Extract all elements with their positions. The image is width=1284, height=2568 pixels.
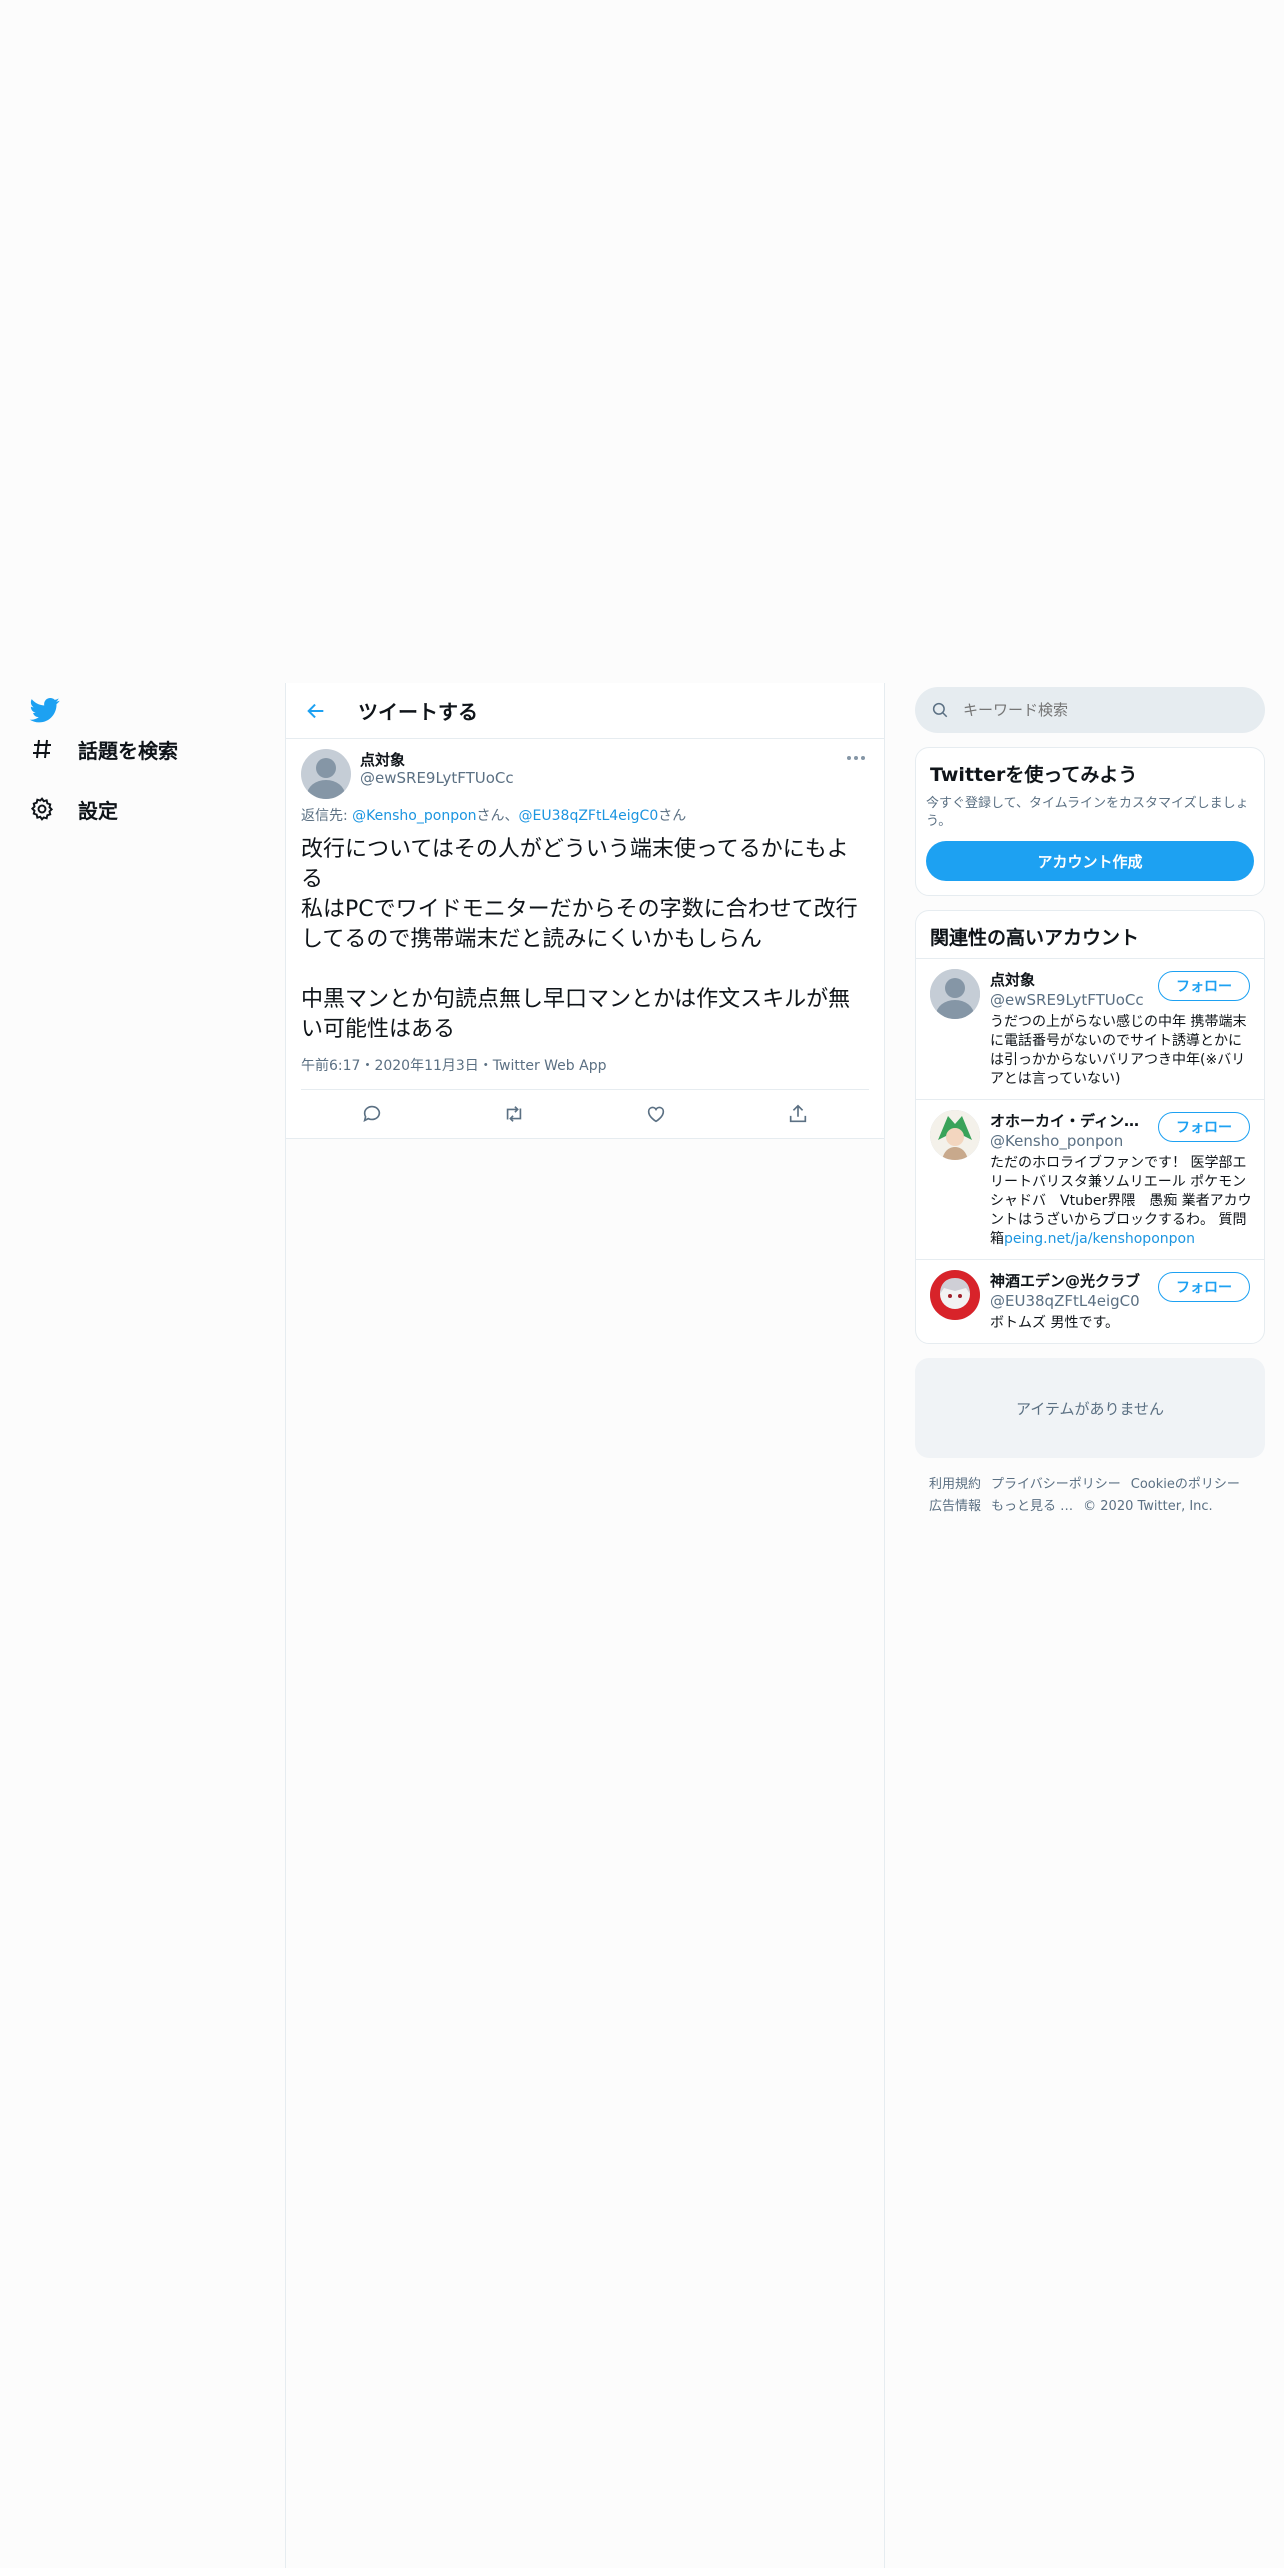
account-bio: ボトムズ 男性です。 bbox=[990, 1315, 1120, 1331]
bio-link[interactable]: peing.net/ja/kenshoponpon bbox=[1004, 1231, 1195, 1247]
nav-explore[interactable]: 話題を検索 bbox=[28, 729, 178, 769]
like-icon[interactable] bbox=[638, 1096, 674, 1132]
reply-user-link[interactable]: @EU38qZFtL4eigC0 bbox=[519, 808, 659, 824]
footer-more-link[interactable]: もっと見る … bbox=[991, 1499, 1073, 1514]
nav-explore-label: 話題を検索 bbox=[78, 738, 178, 763]
footer-privacy-link[interactable]: プライバシーポリシー bbox=[991, 1477, 1121, 1492]
tweet: 点対象 @ewSRE9LytFTUoCc 返信先: @Kensho_ponpon… bbox=[286, 739, 884, 1139]
reply-prefix: 返信先: bbox=[301, 808, 353, 824]
footer: 利用規約 プライバシーポリシー Cookieのポリシー 広告情報 もっと見る … © 2… bbox=[915, 1474, 1265, 1518]
follow-button[interactable]: フォロー bbox=[1158, 971, 1250, 1001]
tweet-actions bbox=[301, 1090, 869, 1138]
gear-icon bbox=[28, 795, 56, 823]
account-name: オホーカイ・ディン… bbox=[990, 1112, 1139, 1130]
search-input[interactable] bbox=[963, 701, 1223, 719]
author-handle[interactable]: @ewSRE9LytFTUoCc bbox=[360, 769, 514, 787]
tweet-timestamp[interactable]: 午前6:17・2020年11月3日・Twitter Web App bbox=[301, 1055, 869, 1090]
account-item[interactable]: 点対象 @ewSRE9LytFTUoCc うだつの上がらない感じの中年 携帯端末… bbox=[916, 958, 1264, 1099]
avatar[interactable] bbox=[930, 1270, 980, 1320]
account-item[interactable]: 神酒エデン@光クラブ @EU38qZFtL4eigC0 ボトムズ 男性です。 フ… bbox=[916, 1259, 1264, 1343]
reply-icon[interactable] bbox=[354, 1096, 390, 1132]
hashtag-icon bbox=[28, 735, 56, 763]
signup-title: Twitterを使ってみよう bbox=[930, 764, 1138, 786]
related-accounts-card: 関連性の高いアカウント 点対象 @ewSRE9LytFTUoCc うだつの上がら… bbox=[915, 910, 1265, 1344]
signup-card: Twitterを使ってみよう 今すぐ登録して、タイムラインをカスタマイズしましょ… bbox=[915, 747, 1265, 896]
avatar[interactable] bbox=[930, 1110, 980, 1160]
account-name: 神酒エデン@光クラブ bbox=[990, 1272, 1140, 1290]
signup-description: 今すぐ登録して、タイムラインをカスタマイズしましょう。 bbox=[926, 796, 1249, 829]
nav-settings[interactable]: 設定 bbox=[28, 789, 118, 829]
search-icon bbox=[932, 702, 948, 718]
page-title: ツイートする bbox=[358, 700, 478, 724]
account-name: 点対象 bbox=[990, 971, 1036, 989]
author-name[interactable]: 点対象 bbox=[360, 749, 405, 770]
share-icon[interactable] bbox=[780, 1096, 816, 1132]
main-column: ツイートする 点対象 @ewSRE9LytFTUoCc 返信先: @Kensho… bbox=[286, 683, 884, 1139]
tweet-header: 点対象 @ewSRE9LytFTUoCc bbox=[301, 739, 869, 801]
reply-suffix: さん bbox=[658, 808, 687, 824]
reply-to: 返信先: @Kensho_ponponさん、@EU38qZFtL4eigC0さん bbox=[301, 805, 869, 825]
right-column: Twitterを使ってみよう 今すぐ登録して、タイムラインをカスタマイズしましょ… bbox=[915, 687, 1265, 1518]
account-item[interactable]: オホーカイ・ディン… @Kensho_ponpon ただのホロライブファンです！… bbox=[916, 1099, 1264, 1259]
search-box[interactable] bbox=[915, 687, 1265, 733]
footer-terms-link[interactable]: 利用規約 bbox=[929, 1477, 981, 1492]
account-bio: ただのホロライブファンです！ 医学部エリートバリスタ兼ソムリエール ポケモン シ… bbox=[990, 1155, 1261, 1247]
follow-button[interactable]: フォロー bbox=[1158, 1272, 1250, 1302]
arrow-left-icon bbox=[307, 703, 324, 718]
twitter-logo-icon[interactable] bbox=[28, 695, 62, 725]
nav-settings-label: 設定 bbox=[78, 798, 118, 823]
more-options-icon[interactable] bbox=[845, 751, 867, 765]
footer-copyright: © 2020 Twitter, Inc. bbox=[1083, 1499, 1213, 1514]
account-bio: うだつの上がらない感じの中年 携帯端末に電話番号がないのでサイト誘導とかには引っ… bbox=[990, 1014, 1247, 1087]
divider bbox=[884, 683, 885, 2568]
page: 話題を検索 設定 ツイートする 点対象 @ewSRE9LytFTUoCc 返信先… bbox=[0, 0, 1284, 2568]
empty-trends: アイテムがありません bbox=[915, 1358, 1265, 1458]
avatar[interactable] bbox=[930, 969, 980, 1019]
related-title: 関連性の高いアカウント bbox=[930, 927, 1140, 949]
retweet-icon[interactable] bbox=[496, 1096, 532, 1132]
back-button[interactable] bbox=[300, 695, 332, 727]
main-header: ツイートする bbox=[286, 683, 884, 739]
follow-button[interactable]: フォロー bbox=[1158, 1112, 1250, 1142]
tweet-text: 改行についてはその人がどういう端末使ってるかにもよる 私はPCでワイドモニターだ… bbox=[301, 837, 858, 1042]
reply-sep: さん、 bbox=[476, 808, 519, 824]
avatar[interactable] bbox=[301, 749, 351, 799]
footer-cookie-link[interactable]: Cookieのポリシー bbox=[1131, 1477, 1240, 1492]
footer-ads-link[interactable]: 広告情報 bbox=[929, 1499, 981, 1514]
reply-user-link[interactable]: @Kensho_ponpon bbox=[352, 808, 476, 824]
create-account-button[interactable]: アカウント作成 bbox=[926, 841, 1254, 881]
